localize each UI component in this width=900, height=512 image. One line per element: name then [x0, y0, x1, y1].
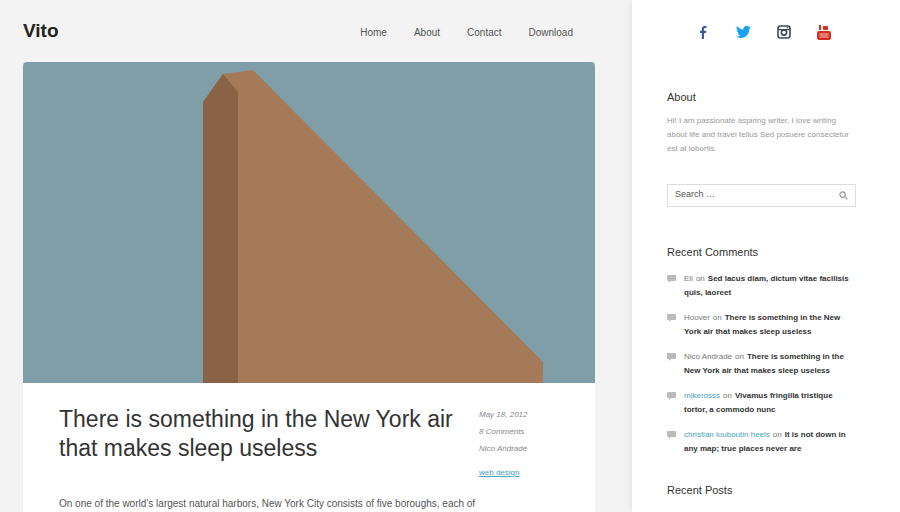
social-links — [667, 22, 870, 42]
recent-comment: Nico AndradeonThere is something in the … — [667, 350, 870, 378]
post-comments[interactable]: 8 Comments — [479, 426, 559, 438]
youtube-icon[interactable] — [817, 25, 831, 40]
about-heading: About — [667, 89, 870, 106]
comment-text: Nico AndradeonThere is something in the … — [684, 350, 856, 378]
comment-text: christian louboutin heelsonIt is not dow… — [684, 428, 856, 456]
recent-comment: christian louboutin heelsonIt is not dow… — [667, 428, 870, 456]
post-card: There is something in the New York air t… — [23, 383, 595, 512]
comment-on: on — [723, 391, 732, 400]
post-excerpt: On one of the world’s largest natural ha… — [59, 495, 559, 512]
post-category[interactable]: web design — [479, 467, 559, 479]
comment-text: ElionSed lacus diam, dictum vitae facili… — [684, 272, 856, 300]
recent-posts-heading: Recent Posts — [667, 482, 870, 499]
about-text: Hi! I am passionate aspiring writer, I l… — [667, 114, 857, 156]
instagram-icon[interactable] — [777, 25, 791, 39]
comment-author[interactable]: mikerosss — [684, 391, 720, 400]
post-meta: May 18, 2012 8 Comments Nico Andrade web de… — [479, 405, 559, 479]
search-input[interactable] — [675, 188, 839, 202]
comment-icon — [667, 392, 676, 400]
comment-icon — [667, 275, 676, 283]
comment-icon — [667, 314, 676, 322]
recent-comments-list: ElionSed lacus diam, dictum vitae facili… — [667, 272, 870, 456]
comment-on: on — [713, 313, 722, 322]
post-author[interactable]: Nico Andrade — [479, 443, 559, 455]
recent-comment: HooveronThere is something in the New Yo… — [667, 311, 870, 339]
post-date[interactable]: May 18, 2012 — [479, 409, 559, 421]
comment-on: on — [773, 430, 782, 439]
comment-author[interactable]: Nico Andrade — [684, 352, 732, 361]
site-header: Vito Home About Contact Download — [23, 0, 595, 62]
comment-text: HooveronThere is something in the New Yo… — [684, 311, 856, 339]
nav-link[interactable]: About — [414, 25, 440, 40]
recent-comment: mikerosssonVivamus fringilla tristique t… — [667, 389, 870, 417]
twitter-icon[interactable] — [736, 25, 751, 39]
featured-image[interactable] — [23, 62, 595, 383]
comment-author[interactable]: christian louboutin heels — [684, 430, 770, 439]
comment-on: on — [696, 274, 705, 283]
facebook-icon[interactable] — [696, 25, 710, 39]
comment-on: on — [735, 352, 744, 361]
post-header: There is something in the New York air t… — [59, 405, 559, 479]
comment-post-link[interactable]: Sed lacus diam, dictum vitae facilisis q… — [684, 274, 849, 297]
comment-text: mikerosssonVivamus fringilla tristique t… — [684, 389, 856, 417]
recent-comment: ElionSed lacus diam, dictum vitae facili… — [667, 272, 870, 300]
site-logo[interactable]: Vito — [23, 17, 59, 46]
nav-link[interactable]: Home — [360, 25, 387, 40]
search-icon[interactable] — [839, 191, 848, 200]
comment-icon — [667, 431, 676, 439]
main-nav: Home About Contact Download — [360, 25, 573, 40]
comment-author[interactable]: Eli — [684, 274, 693, 283]
comment-icon — [667, 353, 676, 361]
main-column: Vito Home About Contact Download There is som… — [0, 0, 632, 512]
comment-author[interactable]: Hoover — [684, 313, 710, 322]
nav-link[interactable]: Download — [529, 25, 573, 40]
post-title[interactable]: There is something in the New York air t… — [59, 405, 464, 463]
search-box — [667, 184, 856, 207]
recent-comments-heading: Recent Comments — [667, 244, 870, 261]
sidebar: About Hi! I am passionate aspiring writer… — [632, 0, 900, 512]
nav-link[interactable]: Contact — [467, 25, 501, 40]
